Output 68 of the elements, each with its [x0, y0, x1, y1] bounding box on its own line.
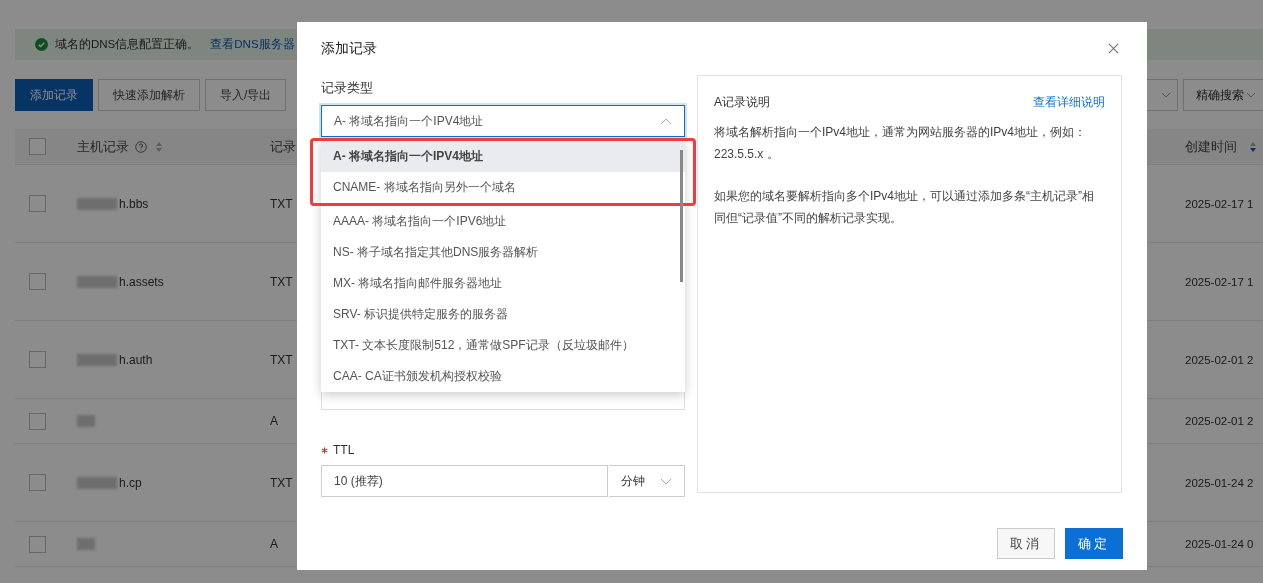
chevron-up-icon — [660, 117, 672, 125]
checkbox[interactable] — [29, 273, 46, 290]
blurred-text — [77, 275, 117, 288]
toolbar-button[interactable]: 导入/导出 — [205, 79, 287, 111]
column-header: 记录 — [270, 138, 296, 154]
dns-server-link[interactable]: 查看DNS服务器 — [210, 37, 295, 52]
info-paragraph: 如果您的域名要解析指向多个IPv4地址，可以通过添加多条“主机记录”相同但“记录值”不同的解析记录实现。 — [714, 188, 1095, 227]
chevron-down-icon — [1161, 92, 1171, 98]
checkbox[interactable] — [29, 195, 46, 212]
blurred-text — [77, 353, 117, 366]
ttl-input[interactable]: 10 (推荐) — [321, 465, 608, 497]
table-cell: 2025-02-01 2 — [1185, 415, 1254, 427]
dropdown-option[interactable]: AAAA- 将域名指向一个IPV6地址 — [321, 206, 685, 237]
blurred-text — [77, 197, 117, 210]
table-cell: TXT — [270, 352, 293, 367]
dropdown-option[interactable]: CAA- CA证书颁发机构授权校验 — [321, 361, 685, 392]
search-mode-select[interactable]: 精确搜索 — [1183, 79, 1263, 111]
table-cell: 2025-02-17 1 — [1185, 275, 1254, 288]
table-cell: TXT — [270, 475, 293, 490]
table-cell: h.cp — [119, 475, 142, 490]
info-paragraph: 将域名解析指向一个IPv4地址，通常为网站服务器的IPv4地址，例如：223.5.5.x 。 — [714, 124, 1088, 163]
table-cell: 2025-02-17 1 — [1185, 197, 1254, 210]
dropdown-option[interactable]: A- 将域名指向一个IPV4地址 — [321, 141, 685, 172]
table-cell: h.bbs — [119, 196, 149, 211]
detail-link[interactable]: 查看详细说明 — [1033, 94, 1105, 111]
dialog-button[interactable]: 取消 — [997, 528, 1055, 559]
dropdown-option[interactable]: MX- 将域名指向邮件服务器地址 — [321, 268, 685, 299]
table-cell: h.assets — [119, 274, 164, 289]
table-cell: 2025-02-01 2 — [1185, 353, 1254, 366]
checkbox[interactable] — [29, 412, 46, 430]
dropdown-option[interactable]: NS- 将子域名指定其他DNS服务器解析 — [321, 237, 685, 268]
help-icon — [135, 140, 147, 153]
table-cell: 2025-01-24 0 — [1185, 538, 1254, 550]
sort-icon[interactable] — [1249, 140, 1257, 153]
column-header: 主机记录 — [77, 137, 129, 156]
table-cell: h.auth — [119, 352, 153, 367]
unit-select[interactable]: 分钟 — [609, 465, 685, 497]
chevron-down-icon — [1246, 92, 1256, 98]
table-cell: TXT — [270, 274, 293, 289]
table-cell: 2025-01-24 2 — [1185, 476, 1254, 489]
dropdown-option[interactable]: CNAME- 将域名指向另外一个域名 — [321, 172, 685, 203]
column-header: 创建时间 — [1185, 137, 1237, 156]
dialog-title: 添加记录 — [321, 39, 377, 58]
scrollbar[interactable] — [680, 150, 683, 282]
checkbox[interactable] — [29, 351, 46, 368]
toolbar-button[interactable]: 快速添加解析 — [98, 79, 200, 111]
table-cell: A — [270, 414, 278, 428]
blurred-text — [77, 538, 95, 550]
table-cell: TXT — [270, 196, 293, 211]
sort-icon[interactable] — [155, 140, 163, 153]
field-label: TTL — [333, 443, 355, 457]
dropdown-option[interactable]: TXT- 文本长度限制512，通常做SPF记录（反垃圾邮件） — [321, 330, 685, 361]
toolbar-button[interactable]: 添加记录 — [15, 79, 93, 111]
chevron-down-icon — [660, 477, 672, 485]
field-label: 记录类型 — [321, 79, 374, 97]
check-circle-icon — [35, 38, 48, 51]
checkbox[interactable] — [29, 535, 46, 553]
dialog-button[interactable]: 确定 — [1065, 528, 1123, 559]
checkbox[interactable] — [29, 138, 46, 155]
dropdown-option[interactable]: SRV- 标识提供特定服务的服务器 — [321, 299, 685, 330]
banner-text: 域名的DNS信息配置正确。 — [55, 37, 200, 52]
checkbox[interactable] — [29, 474, 46, 491]
table-cell: A — [270, 537, 278, 551]
close-icon[interactable] — [1108, 43, 1119, 54]
record-type-select[interactable]: A- 将域名指向一个IPV4地址 — [321, 105, 685, 137]
info-title: A记录说明 — [714, 94, 770, 111]
blurred-text — [77, 415, 95, 427]
blurred-text — [77, 476, 117, 489]
